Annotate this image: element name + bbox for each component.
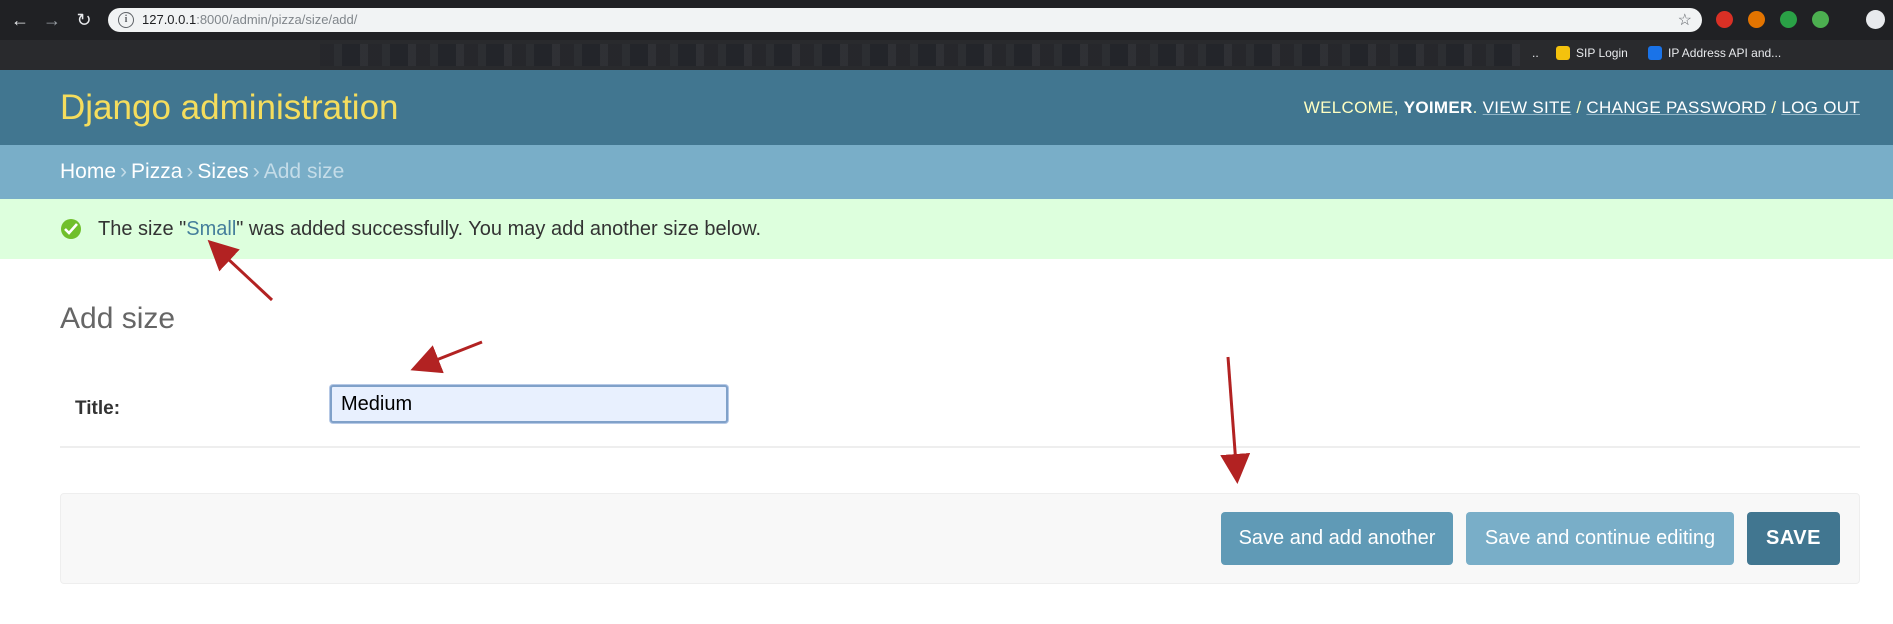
success-check-icon — [61, 219, 81, 239]
bookmark-label: SIP Login — [1576, 46, 1628, 60]
user-tools: WELCOME, YOIMER. VIEW SITE / CHANGE PASS… — [1303, 98, 1860, 117]
breadcrumb-separator: › — [252, 160, 260, 183]
extension-icon[interactable] — [1716, 11, 1733, 28]
browser-toolbar: ← → ↻ i 127.0.0.1:8000/admin/pizza/size/… — [0, 0, 1893, 40]
breadcrumb-pizza[interactable]: Pizza — [131, 160, 182, 183]
title-label: Title: — [75, 398, 121, 419]
breadcrumb: Home › Pizza › Sizes › Add size — [0, 145, 1893, 199]
change-password-link[interactable]: CHANGE PASSWORD — [1586, 98, 1766, 117]
submit-row: Save and add another Save and continue e… — [60, 493, 1860, 584]
url-text: 127.0.0.1:8000/admin/pizza/size/add/ — [142, 12, 357, 27]
success-message-text: The size "Small" was added successfully.… — [98, 218, 761, 241]
success-message: The size "Small" was added successfully.… — [0, 199, 1893, 259]
separator: / — [1771, 98, 1777, 117]
message-text-end: " was added successfully. You may add an… — [236, 218, 762, 240]
breadcrumb-current: Add size — [263, 160, 345, 183]
breadcrumb-separator: › — [120, 160, 128, 183]
title-field-row: Title: — [60, 370, 1860, 448]
bookmarks-bar-blur — [320, 44, 1520, 66]
bookmark-overflow[interactable]: .. — [1532, 46, 1539, 60]
added-object-link[interactable]: Small — [186, 218, 236, 240]
welcome-text: WELCOME, — [1303, 98, 1399, 117]
username: YOIMER — [1403, 98, 1473, 117]
save-button[interactable]: SAVE — [1747, 512, 1840, 565]
title-input[interactable] — [330, 385, 728, 423]
breadcrumb-sizes[interactable]: Sizes — [197, 160, 248, 183]
address-bar[interactable]: i 127.0.0.1:8000/admin/pizza/size/add/ ☆ — [108, 8, 1702, 32]
forward-icon[interactable]: → — [40, 8, 64, 32]
evernote-icon[interactable] — [1780, 11, 1797, 28]
extension-icon[interactable] — [1812, 11, 1829, 28]
bookmark-label: .. — [1532, 46, 1539, 60]
info-icon[interactable]: i — [118, 12, 134, 28]
bookmark-star-icon[interactable]: ☆ — [1678, 10, 1692, 30]
log-out-link[interactable]: LOG OUT — [1781, 98, 1860, 117]
url-host: 127.0.0.1 — [142, 12, 197, 27]
back-icon[interactable]: ← — [8, 8, 32, 32]
view-site-link[interactable]: VIEW SITE — [1483, 98, 1572, 117]
breadcrumb-separator: › — [186, 160, 194, 183]
site-brand[interactable]: Django administration — [60, 88, 399, 128]
bookmark-sip-login[interactable]: SIP Login — [1556, 46, 1628, 60]
bookmark-ip-address-api[interactable]: IP Address API and... — [1648, 46, 1781, 60]
url-path: :8000/admin/pizza/size/add/ — [196, 12, 358, 27]
admin-header: Django administration WELCOME, YOIMER. V… — [0, 70, 1893, 145]
page-title: Add size — [60, 302, 176, 335]
bookmark-label: IP Address API and... — [1668, 46, 1782, 60]
separator: / — [1576, 98, 1582, 117]
profile-avatar-icon[interactable] — [1866, 10, 1885, 29]
save-and-add-another-button[interactable]: Save and add another — [1221, 512, 1453, 565]
extension-icon[interactable] — [1748, 11, 1765, 28]
ip-api-icon — [1648, 46, 1662, 60]
sip-icon — [1556, 46, 1570, 60]
arrow-to-title-input — [410, 340, 483, 374]
save-and-continue-button[interactable]: Save and continue editing — [1466, 512, 1734, 565]
reload-icon[interactable]: ↻ — [72, 8, 96, 32]
bookmarks-bar: .. SIP Login IP Address API and... — [0, 40, 1893, 70]
message-text-start: The size " — [98, 218, 187, 240]
breadcrumb-home[interactable]: Home — [60, 160, 116, 183]
